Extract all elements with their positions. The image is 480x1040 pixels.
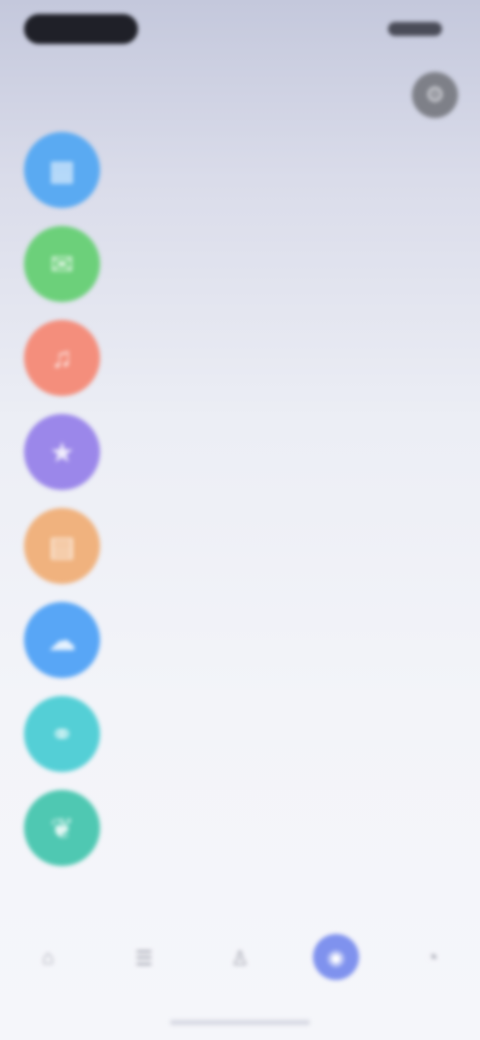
leaf-icon: ❦ bbox=[24, 790, 100, 866]
star-icon: ★ bbox=[24, 414, 100, 490]
status-time bbox=[24, 14, 138, 44]
profile-icon: ◔ bbox=[425, 946, 439, 969]
bottom-nav: ⌂ ☰ ♙ ◉ ◔ bbox=[0, 930, 480, 1000]
list-item[interactable]: ❦ bbox=[0, 784, 480, 878]
list-item[interactable]: ☁ bbox=[0, 596, 480, 690]
link-icon: ⚭ bbox=[24, 696, 100, 772]
nav-item-compass[interactable]: ◉ bbox=[288, 930, 384, 1000]
nav-item-list[interactable]: ☰ bbox=[96, 930, 192, 1000]
list-item[interactable]: ⚭ bbox=[0, 690, 480, 784]
chat-icon: ✉ bbox=[24, 226, 100, 302]
list-icon: ☰ bbox=[135, 947, 153, 970]
nav-item-profile[interactable]: ◔ bbox=[384, 930, 480, 1000]
status-icons bbox=[388, 22, 442, 36]
list-item[interactable]: ✉ bbox=[0, 220, 480, 314]
feature-list: ▦ ✉ ♫ ★ ▤ ☁ ⚭ ❦ bbox=[0, 126, 480, 878]
folder-icon: ▤ bbox=[24, 508, 100, 584]
list-item[interactable]: ▦ bbox=[0, 126, 480, 220]
bell-icon: ♫ bbox=[24, 320, 100, 396]
user-icon: ♙ bbox=[231, 947, 249, 970]
list-item[interactable]: ★ bbox=[0, 408, 480, 502]
cloud-icon: ☁ bbox=[24, 602, 100, 678]
compass-icon: ◉ bbox=[313, 934, 359, 980]
nav-item-user[interactable]: ♙ bbox=[192, 930, 288, 1000]
app-screen: ⚙ ▦ ✉ ♫ ★ ▤ ☁ ⚭ ❦ ⌂ ☰ ♙ ◉ ◔ bbox=[0, 0, 480, 1040]
settings-button[interactable]: ⚙ bbox=[412, 72, 458, 118]
nav-item-home[interactable]: ⌂ bbox=[0, 930, 96, 1000]
status-bar bbox=[0, 0, 480, 60]
header: ⚙ bbox=[0, 64, 480, 124]
list-item[interactable]: ▤ bbox=[0, 502, 480, 596]
grid-icon: ▦ bbox=[24, 132, 100, 208]
settings-icon: ⚙ bbox=[425, 82, 445, 107]
list-item[interactable]: ♫ bbox=[0, 314, 480, 408]
home-icon: ⌂ bbox=[41, 946, 55, 969]
home-indicator bbox=[170, 1020, 310, 1025]
